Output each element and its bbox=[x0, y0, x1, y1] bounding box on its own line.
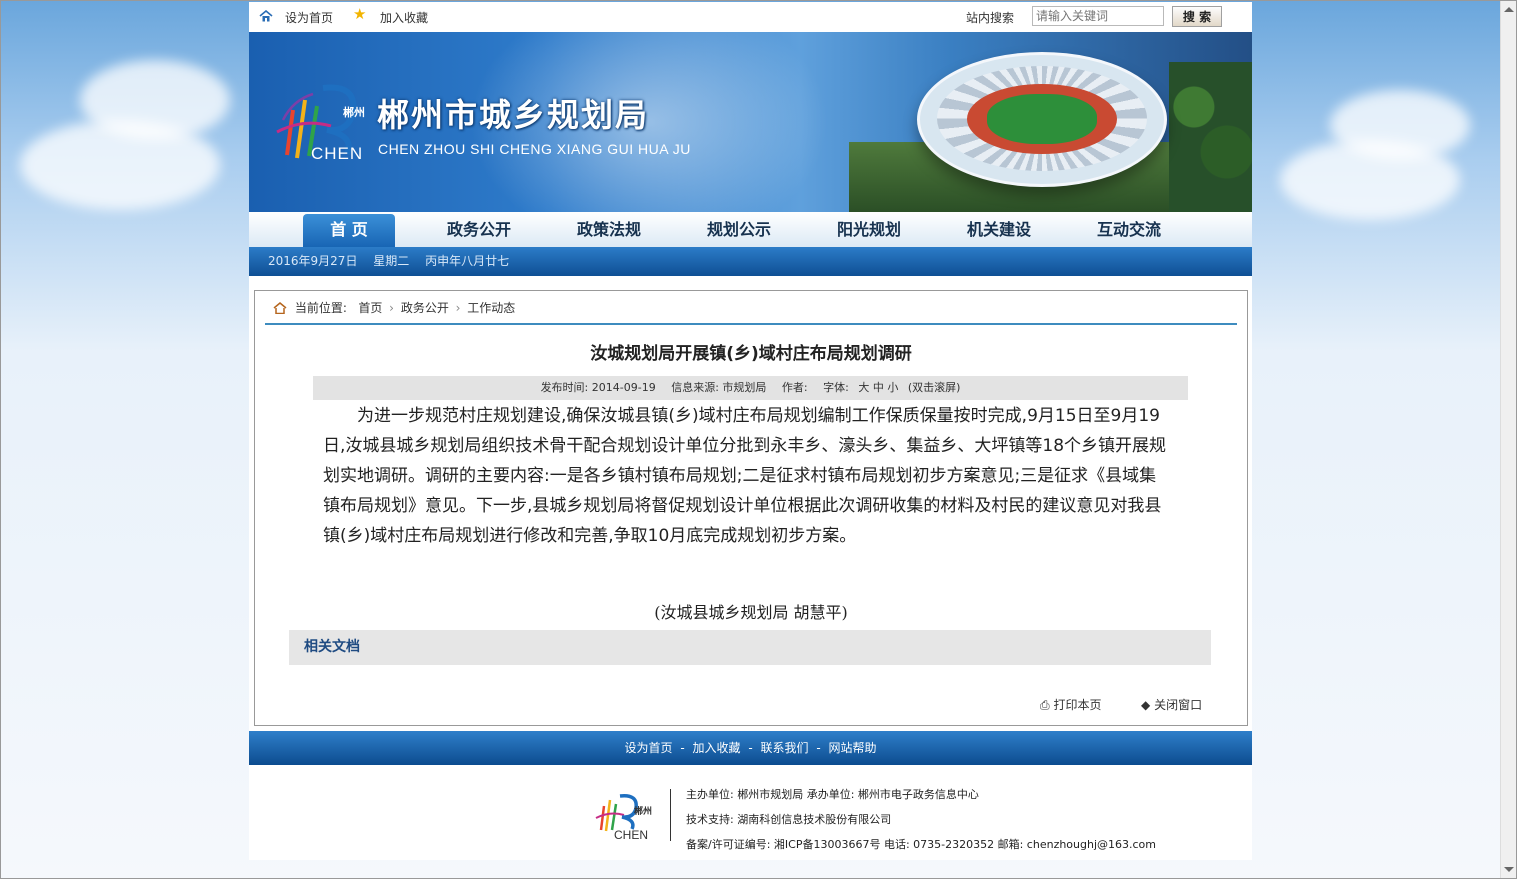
star-icon: ★ bbox=[353, 5, 367, 23]
page-container: 设为首页 ★ 加入收藏 站内搜索 搜 索 郴州 CHEN 郴州市城乡规划局 CH… bbox=[249, 2, 1252, 860]
vertical-scrollbar[interactable] bbox=[1500, 1, 1516, 878]
footer-add-favorite-link[interactable]: 加入收藏 bbox=[692, 741, 740, 755]
article-title: 汝城规划局开展镇(乡)域村庄布局规划调研 bbox=[590, 344, 912, 364]
breadcrumb-divider bbox=[265, 323, 1237, 325]
font-large-button[interactable]: 大 bbox=[858, 381, 869, 394]
nav-item-government-affairs[interactable]: 政务公开 bbox=[433, 212, 525, 247]
lunar-date: 丙申年八月廿七 bbox=[425, 254, 510, 268]
home-icon bbox=[273, 302, 287, 314]
banner-trees bbox=[1169, 62, 1252, 212]
footer-nav: 设为首页 - 加入收藏 - 联系我们 - 网站帮助 bbox=[249, 731, 1252, 765]
home-icon bbox=[259, 10, 273, 22]
breadcrumb-work-news[interactable]: 工作动态 bbox=[467, 301, 515, 315]
close-icon: ◆ bbox=[1141, 698, 1151, 712]
info-source: 信息来源: 市规划局 bbox=[671, 381, 767, 394]
date-bar: 2016年9月27日 星期二 丙申年八月廿七 bbox=[249, 247, 1252, 276]
print-page-label: 打印本页 bbox=[1053, 698, 1102, 712]
article-body: 为进一步规范村庄规划建设,确保汝城县镇(乡)域村庄布局规划编制工作保质保量按时完… bbox=[323, 406, 1167, 546]
scroll-hint: (双击滚屏) bbox=[907, 381, 961, 394]
footer-logo-chinese: 郴州 bbox=[634, 807, 653, 817]
footer-logo: 郴州 CHEN bbox=[594, 792, 664, 848]
font-small-button[interactable]: 小 bbox=[887, 381, 898, 394]
search-label: 站内搜索 bbox=[966, 11, 1015, 25]
nav-item-interaction[interactable]: 互动交流 bbox=[1083, 212, 1175, 247]
close-window-label: 关闭窗口 bbox=[1154, 698, 1203, 712]
scroll-down-icon[interactable] bbox=[1504, 867, 1514, 872]
breadcrumb-government-affairs[interactable]: 政务公开 bbox=[401, 301, 449, 315]
add-favorite-link[interactable]: 加入收藏 bbox=[380, 9, 428, 26]
current-weekday: 星期二 bbox=[373, 254, 410, 268]
current-date: 2016年9月27日 bbox=[268, 254, 358, 268]
search-button[interactable]: 搜 索 bbox=[1172, 6, 1222, 27]
top-bar: 设为首页 ★ 加入收藏 站内搜索 搜 索 bbox=[249, 2, 1252, 32]
scroll-up-icon[interactable] bbox=[1504, 7, 1514, 12]
site-title: 郴州市城乡规划局 bbox=[377, 96, 650, 134]
main-nav: 首 页 政务公开 政策法规 规划公示 阳光规划 机关建设 互动交流 bbox=[249, 212, 1252, 247]
site-subtitle: CHEN ZHOU SHI CHENG XIANG GUI HUA JU bbox=[378, 141, 691, 157]
close-window-button[interactable]: ◆ 关闭窗口 bbox=[1141, 696, 1202, 713]
footer-divider bbox=[670, 789, 671, 841]
logo-english-text: CHEN bbox=[311, 144, 364, 163]
footer-tech-support: 技术支持: 湖南科创信息技术股份有限公司 bbox=[686, 813, 892, 826]
chevron-right-icon: › bbox=[455, 301, 461, 315]
related-documents: 相关文档 bbox=[289, 630, 1211, 665]
footer-contact-link[interactable]: 联系我们 bbox=[761, 741, 809, 755]
nav-item-planning-notice[interactable]: 规划公示 bbox=[693, 212, 785, 247]
footer-separator: - bbox=[680, 741, 685, 755]
footer-set-home-link[interactable]: 设为首页 bbox=[624, 741, 672, 755]
article-signature: (汝城县城乡规划局 胡慧平) bbox=[654, 603, 848, 622]
footer-separator: - bbox=[816, 741, 821, 755]
nav-item-organization[interactable]: 机关建设 bbox=[953, 212, 1045, 247]
nav-item-home[interactable]: 首 页 bbox=[303, 214, 395, 247]
set-home-link[interactable]: 设为首页 bbox=[285, 9, 333, 26]
footer-info: 主办单位: 郴州市规划局 承办单位: 郴州市电子政务信息中心 技术支持: 湖南科… bbox=[686, 782, 1156, 857]
breadcrumb-label: 当前位置: bbox=[294, 301, 347, 315]
stadium-field bbox=[987, 94, 1097, 144]
breadcrumb-home[interactable]: 首页 bbox=[358, 301, 382, 315]
footer-sponsor: 主办单位: 郴州市规划局 承办单位: 郴州市电子政务信息中心 bbox=[686, 788, 979, 801]
font-size-label: 字体: bbox=[823, 381, 849, 394]
publish-time: 发布时间: 2014-09-19 bbox=[540, 381, 656, 394]
article-panel: 当前位置: 首页 › 政务公开 › 工作动态 汝城规划局开展镇(乡)域村庄布局规… bbox=[254, 290, 1248, 726]
chevron-right-icon: › bbox=[389, 301, 394, 315]
author: 作者: bbox=[781, 381, 808, 394]
breadcrumb: 当前位置: 首页 › 政务公开 › 工作动态 bbox=[273, 299, 515, 316]
nav-item-sunshine-planning[interactable]: 阳光规划 bbox=[823, 212, 915, 247]
article-meta: 发布时间: 2014-09-19 信息来源: 市规划局 作者: 字体: 大 中 … bbox=[313, 376, 1188, 400]
print-page-button[interactable]: ⎙ 打印本页 bbox=[1040, 696, 1101, 713]
font-medium-button[interactable]: 中 bbox=[873, 381, 884, 394]
header-banner: 郴州 CHEN 郴州市城乡规划局 CHEN ZHOU SHI CHENG XIA… bbox=[249, 32, 1252, 212]
printer-icon: ⎙ bbox=[1040, 698, 1050, 712]
search-input[interactable] bbox=[1032, 6, 1164, 26]
footer-icp: 备案/许可证编号: 湘ICP备13003667号 电话: 0735-232035… bbox=[686, 838, 1157, 851]
footer-separator: - bbox=[748, 741, 753, 755]
logo-chinese-text: 郴州 bbox=[343, 106, 365, 119]
footer-help-link[interactable]: 网站帮助 bbox=[829, 741, 877, 755]
footer-logo-english: CHEN bbox=[614, 828, 649, 842]
nav-item-policies[interactable]: 政策法规 bbox=[563, 212, 655, 247]
